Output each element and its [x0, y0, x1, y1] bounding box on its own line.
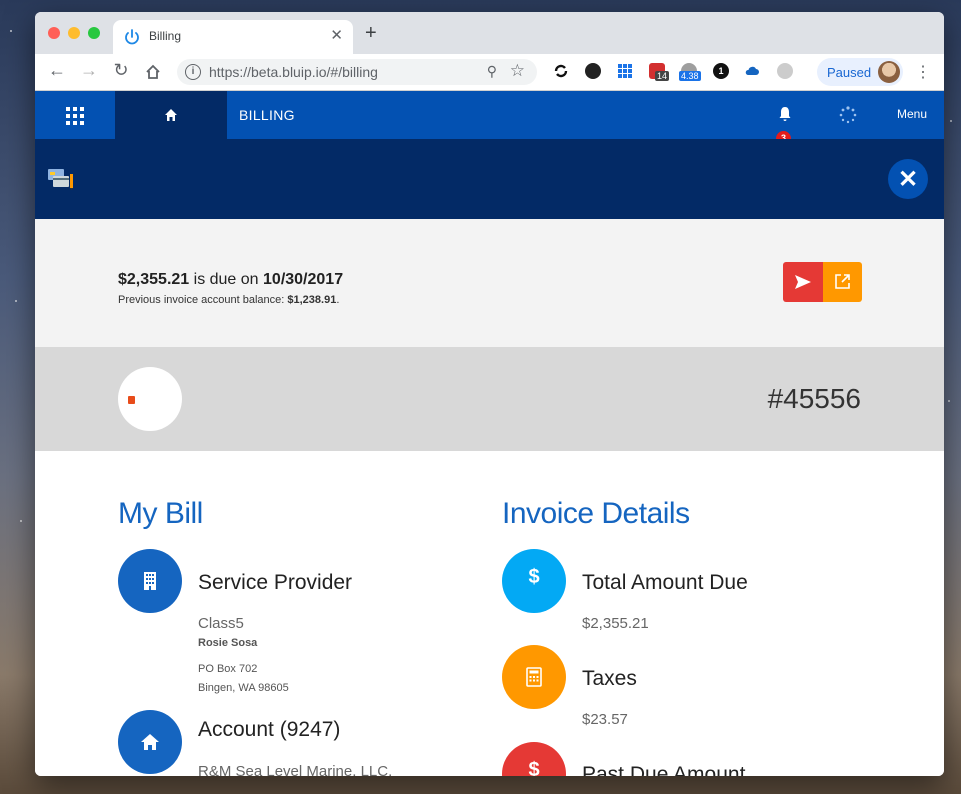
- close-window-button[interactable]: [48, 27, 60, 39]
- apps-grid-button[interactable]: [35, 91, 115, 139]
- bookmark-star-icon[interactable]: ☆: [510, 61, 525, 81]
- new-tab-button[interactable]: +: [365, 22, 377, 45]
- billing-band: ✕: [35, 139, 944, 219]
- account-title: Account (9247): [198, 718, 341, 741]
- tab-title: Billing: [149, 29, 182, 43]
- previous-balance-suffix: .: [336, 294, 340, 306]
- calculator-icon: [526, 667, 542, 687]
- bell-icon[interactable]: [777, 105, 793, 123]
- address-bar[interactable]: i https://beta.bluip.io/#/billing ⚲ ☆: [177, 59, 537, 85]
- back-icon[interactable]: ←: [45, 60, 69, 81]
- sync-extension-icon[interactable]: [553, 63, 569, 79]
- service-provider-name: Class5: [198, 615, 244, 632]
- open-external-button[interactable]: [823, 262, 862, 302]
- account-name: R&M Sea Level Marine, LLC.: [198, 763, 393, 776]
- grid-extension-icon[interactable]: [617, 63, 633, 79]
- invoice-detail-label: Past Due Amount: [582, 763, 746, 776]
- amount-due-line: $2,355.21 is due on 10/30/2017: [118, 271, 343, 289]
- invoice-banner: #45556: [35, 347, 944, 451]
- loading-dots-icon[interactable]: [839, 106, 857, 124]
- home-icon: [165, 109, 177, 121]
- apps-grid-icon: [66, 107, 84, 125]
- dollar-icon: $: [528, 759, 540, 776]
- invoice-detail-label: Taxes: [582, 667, 637, 690]
- profile-button[interactable]: Paused: [817, 58, 903, 86]
- minimize-window-button[interactable]: [68, 27, 80, 39]
- billing-cards-icon: [48, 169, 73, 190]
- cloud-extension-icon[interactable]: [744, 63, 760, 79]
- invoice-detail-value: $2,355.21: [582, 615, 649, 632]
- due-text: is due on: [189, 271, 264, 288]
- zoom-icon[interactable]: ⚲: [487, 63, 497, 80]
- calendar-extension-icon[interactable]: 14: [649, 63, 670, 81]
- extension-badge: 14: [655, 71, 670, 81]
- extension-badge: 4.38: [679, 71, 701, 81]
- browser-window: Billing ✕ + ← → ↻ i https://beta.bluip.i…: [35, 12, 944, 776]
- avatar: [878, 61, 900, 83]
- service-provider-contact: Rosie Sosa: [198, 637, 258, 649]
- building-icon: [144, 572, 156, 590]
- tab-billing[interactable]: Billing ✕: [113, 20, 353, 54]
- close-icon: ✕: [897, 166, 919, 193]
- bill-content: My Bill Service Provider Class5 Rosie So…: [35, 451, 944, 776]
- tab-close-icon[interactable]: ✕: [330, 26, 343, 44]
- url-text[interactable]: https://beta.bluip.io/#/billing: [209, 64, 378, 80]
- send-button[interactable]: [783, 262, 823, 302]
- profile-status: Paused: [827, 65, 872, 80]
- previous-balance-line: Previous invoice account balance: $1,238…: [118, 294, 339, 306]
- app-header: BILLING 3 Menu: [35, 91, 944, 146]
- browser-toolbar: ← → ↻ i https://beta.bluip.io/#/billing …: [35, 54, 944, 91]
- send-icon: [795, 275, 811, 289]
- invoice-number: #45556: [767, 383, 861, 414]
- tab-strip: Billing ✕ +: [35, 12, 944, 54]
- taxes-circle: [502, 645, 566, 709]
- service-provider-address-1: PO Box 702: [198, 663, 258, 675]
- invoice-detail-label: Total Amount Due: [582, 571, 748, 594]
- more-menu-icon[interactable]: ⋮: [915, 62, 931, 82]
- service-provider-circle: [118, 549, 182, 613]
- palette-extension-icon[interactable]: [585, 63, 601, 79]
- service-provider-address-2: Bingen, WA 98605: [198, 682, 289, 694]
- invoice-details-title: Invoice Details: [502, 497, 690, 530]
- circle-extension-icon[interactable]: [777, 63, 793, 79]
- menu-button[interactable]: Menu: [897, 107, 927, 121]
- past-due-circle: $: [502, 742, 566, 776]
- reload-icon[interactable]: ↻: [109, 60, 133, 81]
- dollar-icon: $: [528, 566, 540, 588]
- home-icon: [141, 734, 159, 750]
- onepassword-extension-icon[interactable]: 1: [713, 63, 729, 79]
- total-due-circle: $: [502, 549, 566, 613]
- previous-balance-label: Previous invoice account balance:: [118, 294, 288, 306]
- due-date: 10/30/2017: [263, 271, 344, 288]
- close-button[interactable]: ✕: [888, 159, 928, 199]
- provider-logo: [118, 367, 182, 431]
- previous-balance-amount: $1,238.91: [287, 294, 337, 306]
- info-icon[interactable]: i: [185, 64, 201, 80]
- power-icon: [125, 29, 139, 45]
- account-circle: [118, 710, 182, 774]
- my-bill-title: My Bill: [118, 497, 203, 530]
- home-button[interactable]: [115, 91, 227, 139]
- invoice-detail-value: $23.57: [582, 711, 628, 728]
- external-link-icon: [835, 274, 850, 289]
- provider-logo-icon: [128, 396, 135, 404]
- amount-due-section: $2,355.21 is due on 10/30/2017 Previous …: [35, 219, 944, 347]
- amount-due: $2,355.21: [118, 271, 190, 288]
- home-icon[interactable]: [141, 63, 165, 81]
- speed-extension-icon[interactable]: 4.38: [679, 63, 701, 81]
- page-title: BILLING: [239, 107, 295, 123]
- forward-icon[interactable]: →: [77, 60, 101, 81]
- maximize-window-button[interactable]: [88, 27, 100, 39]
- service-provider-title: Service Provider: [198, 571, 353, 594]
